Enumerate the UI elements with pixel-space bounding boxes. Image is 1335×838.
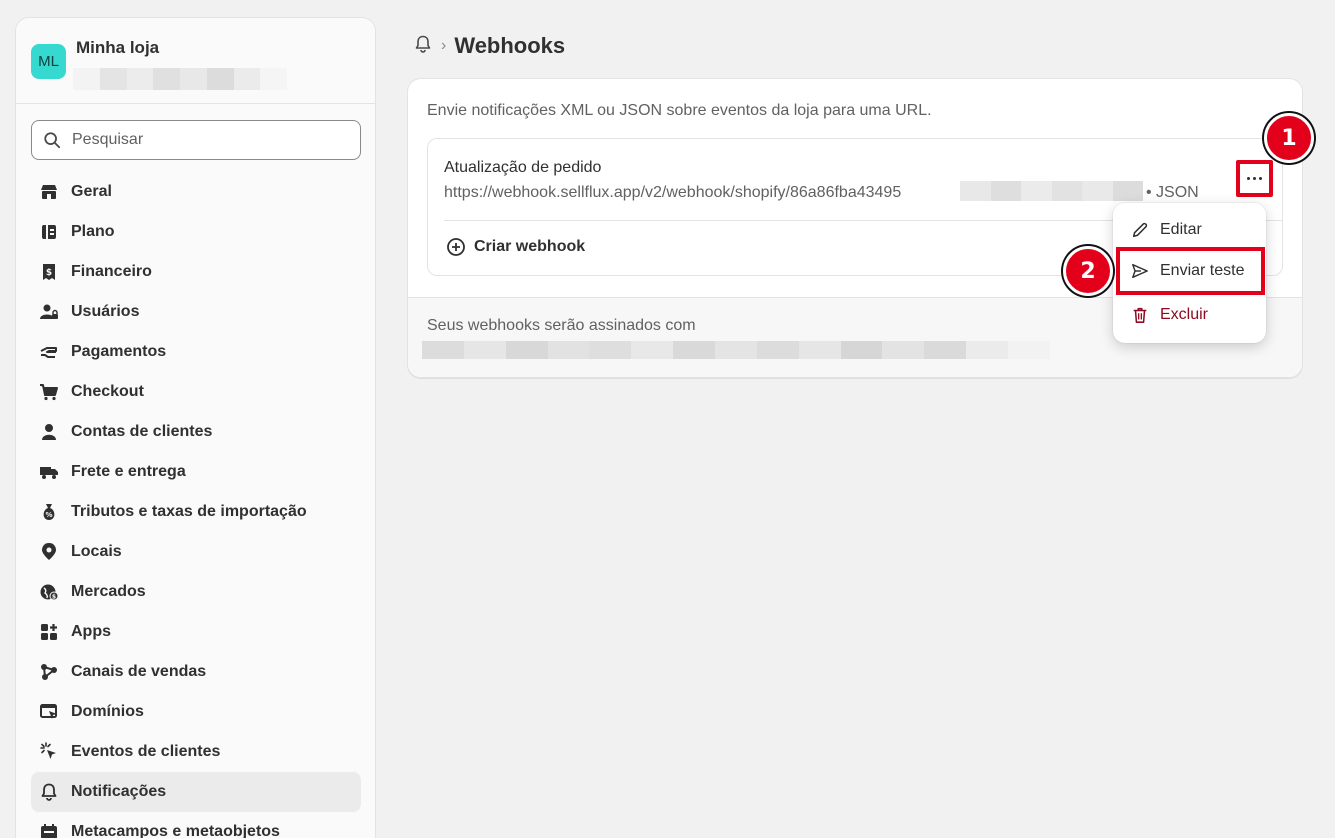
sidebar-item-pagamentos[interactable]: Pagamentos [31, 332, 361, 372]
sidebar-item-label: Usuários [71, 303, 140, 320]
menu-item-send-test[interactable]: Enviar teste [1116, 247, 1265, 295]
webhook-event-name: Atualização de pedido [444, 159, 602, 176]
webhook-url-redacted [960, 181, 1143, 201]
breadcrumb: › Webhooks [413, 33, 565, 59]
svg-text:%: % [45, 511, 52, 519]
sidebar-item-notificacoes[interactable]: Notificações [31, 772, 361, 812]
sidebar-item-apps[interactable]: Apps [31, 612, 361, 652]
sidebar-item-canais[interactable]: Canais de vendas [31, 652, 361, 692]
page-title: Webhooks [454, 33, 566, 58]
bell-icon[interactable] [413, 34, 433, 59]
sidebar-item-usuarios[interactable]: Usuários [31, 292, 361, 332]
sidebar-item-checkout[interactable]: Checkout [31, 372, 361, 412]
svg-text:$: $ [52, 594, 56, 601]
sidebar-item-tributos[interactable]: % Tributos e taxas de importação [31, 492, 361, 532]
sidebar-item-eventos[interactable]: Eventos de clientes [31, 732, 361, 772]
search-icon [44, 132, 61, 149]
sidebar-item-label: Checkout [71, 383, 144, 400]
create-webhook-label: Criar webhook [474, 238, 586, 255]
sidebar-item-label: Canais de vendas [71, 663, 207, 680]
metafields-icon [37, 820, 61, 838]
sidebar-item-label: Tributos e taxas de importação [71, 503, 307, 520]
sidebar-item-label: Geral [71, 183, 112, 200]
sidebar-item-label: Frete e entrega [71, 463, 186, 480]
webhook-actions-menu: Editar Enviar teste Excluir [1113, 203, 1266, 343]
svg-text:$: $ [46, 268, 52, 278]
apps-icon [37, 620, 61, 644]
signature-key-redacted [422, 341, 1050, 359]
sidebar-item-metacampos[interactable]: Metacampos e metaobjetos [31, 812, 361, 838]
sidebar-item-label: Apps [71, 623, 111, 640]
webhook-format: • JSON [1146, 184, 1199, 201]
domain-icon [37, 700, 61, 724]
menu-item-label: Editar [1160, 221, 1202, 238]
truck-icon [37, 460, 61, 484]
create-webhook-button[interactable]: Criar webhook [446, 237, 585, 257]
sidebar-item-label: Mercados [71, 583, 146, 600]
menu-item-delete[interactable]: Excluir [1113, 295, 1266, 335]
sidebar-item-locais[interactable]: Locais [31, 532, 361, 572]
sidebar-item-label: Pagamentos [71, 343, 167, 360]
sidebar-item-label: Contas de clientes [71, 423, 213, 440]
store-icon [37, 180, 61, 204]
trash-icon [1131, 306, 1151, 324]
sidebar-item-dominios[interactable]: Domínios [31, 692, 361, 732]
cursor-icon [37, 740, 61, 764]
search-box[interactable] [31, 120, 361, 160]
location-icon [37, 540, 61, 564]
pencil-icon [1131, 221, 1151, 239]
store-name: Minha loja [76, 38, 160, 57]
webhook-url: https://webhook.sellflux.app/v2/webhook/… [444, 184, 902, 201]
store-url-redacted [73, 68, 287, 90]
card-description: Envie notificações XML ou JSON sobre eve… [427, 102, 932, 119]
globe-icon: $ [37, 580, 61, 604]
settings-sidebar: ML Minha loja Geral Plano $ Financeiro U… [15, 17, 376, 838]
menu-item-label: Excluir [1160, 306, 1209, 323]
sidebar-item-label: Plano [71, 223, 115, 240]
payments-icon [37, 340, 61, 364]
sidebar-item-label: Financeiro [71, 263, 152, 280]
plan-icon [37, 220, 61, 244]
plus-circle-icon [447, 238, 465, 256]
sidebar-item-contas-clientes[interactable]: Contas de clientes [31, 412, 361, 452]
sidebar-item-label: Metacampos e metaobjetos [71, 823, 280, 838]
more-actions-button[interactable] [1236, 160, 1273, 197]
cart-icon [37, 380, 61, 404]
sidebar-item-geral[interactable]: Geral [31, 172, 361, 212]
ellipsis-icon [1247, 177, 1262, 180]
breadcrumb-separator: › [441, 37, 447, 54]
receipt-icon: $ [37, 260, 61, 284]
sidebar-item-label: Locais [71, 543, 122, 560]
sidebar-item-label: Notificações [71, 783, 167, 800]
sidebar-item-financeiro[interactable]: $ Financeiro [31, 252, 361, 292]
sidebar-item-mercados[interactable]: $ Mercados [31, 572, 361, 612]
store-header[interactable]: ML Minha loja [16, 18, 375, 104]
menu-item-edit[interactable]: Editar [1113, 210, 1266, 250]
send-icon [1131, 262, 1151, 280]
menu-item-label: Enviar teste [1160, 262, 1245, 279]
settings-nav: Geral Plano $ Financeiro Usuários Pagame… [31, 172, 361, 838]
search-input[interactable] [72, 131, 332, 149]
bell-icon [37, 780, 61, 804]
sidebar-item-label: Eventos de clientes [71, 743, 221, 760]
signature-text: Seus webhooks serão assinados com [427, 317, 696, 334]
step-badge-2: 2 [1063, 246, 1113, 296]
sidebar-item-plano[interactable]: Plano [31, 212, 361, 252]
step-badge-1: 1 [1264, 113, 1314, 163]
users-icon [37, 300, 61, 324]
tax-icon: % [37, 500, 61, 524]
sidebar-item-frete[interactable]: Frete e entrega [31, 452, 361, 492]
store-avatar: ML [31, 44, 66, 79]
sidebar-item-label: Domínios [71, 703, 144, 720]
person-icon [37, 420, 61, 444]
channels-icon [37, 660, 61, 684]
